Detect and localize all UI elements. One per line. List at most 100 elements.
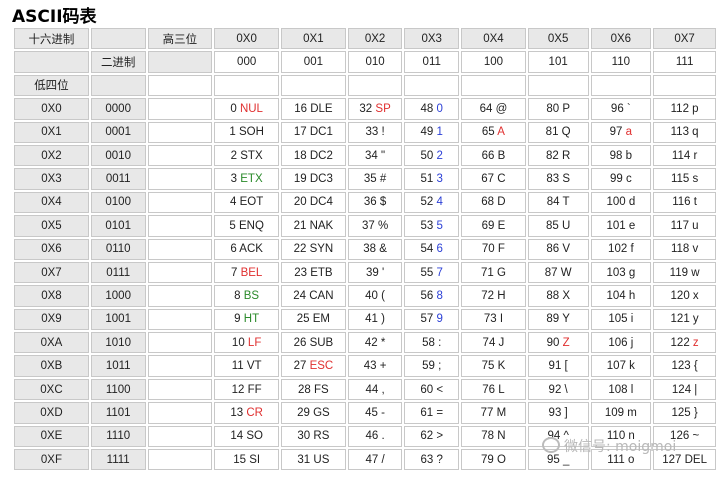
ascii-code: 29 <box>297 406 310 419</box>
ascii-cell: 28 FS <box>281 378 346 401</box>
ascii-cell: 118 v <box>653 238 716 260</box>
ascii-cell: 21 NAK <box>281 215 346 237</box>
ascii-code: 93 <box>548 406 562 419</box>
empty-cell <box>147 449 213 471</box>
table-row: 0X2 0010 2 STX 18 DC2 34 " 50 2 66 B 82 R 98 b 11… <box>14 144 716 167</box>
empty-cell <box>590 74 652 97</box>
ascii-char: m <box>627 406 637 419</box>
ascii-code: 32 <box>359 102 373 115</box>
ascii-cell: 30 RS <box>281 425 346 448</box>
ascii-code: 105 <box>608 313 628 326</box>
ascii-code: 92 <box>548 383 562 396</box>
page-title: ASCII码表 <box>12 7 97 27</box>
ascii-code: 80 <box>546 102 560 115</box>
ascii-cell: 56 8 <box>404 285 460 307</box>
ascii-cell: 119 w <box>653 261 716 284</box>
ascii-char: ~ <box>692 430 700 443</box>
empty-cell <box>147 425 213 448</box>
ascii-char: | <box>694 383 698 396</box>
row-hex-cell: 0X5 <box>14 215 89 237</box>
ascii-cell: 107 k <box>590 355 652 377</box>
ascii-cell: 60 < <box>404 378 460 401</box>
ascii-char: SO <box>246 430 263 443</box>
ascii-char: f <box>630 243 634 256</box>
ascii-code: 38 <box>363 243 377 256</box>
ascii-cell: 10 LF <box>214 332 280 354</box>
ascii-char: + <box>379 360 387 373</box>
ascii-cell: 37 % <box>347 215 403 237</box>
ascii-code: 9 <box>234 313 241 326</box>
ascii-char: DC4 <box>309 196 333 209</box>
ascii-char: US <box>313 453 330 466</box>
empty-cell <box>281 74 346 97</box>
ascii-cell: 71 G <box>461 261 526 284</box>
empty-cell <box>147 355 213 377</box>
row-hex-cell: 0X9 <box>14 308 89 331</box>
ascii-char: c <box>625 173 632 186</box>
ascii-code: 11 <box>231 360 244 373</box>
ascii-char: U <box>561 219 571 232</box>
ascii-code: 120 <box>670 289 690 302</box>
ascii-char: O <box>496 453 506 466</box>
ascii-cell: 113 q <box>653 121 716 143</box>
ascii-char: M <box>496 406 507 419</box>
ascii-char: # <box>379 173 387 186</box>
ascii-code: 118 <box>670 243 690 256</box>
ascii-cell: 40 ( <box>347 285 403 307</box>
ascii-char: ETX <box>240 173 263 186</box>
empty-cell <box>347 74 403 97</box>
table-row: 0X0 0000 0 NUL 16 DLE 32 SP 48 0 64 @80 P 96 ` 1… <box>14 98 716 120</box>
row-hex-cell: 0X0 <box>14 98 89 120</box>
ascii-cell: 14 SO <box>214 425 280 448</box>
row-hex-cell: 0XE <box>14 425 89 448</box>
row-bin-cell: 1011 <box>90 355 146 377</box>
ascii-char: LF <box>247 336 262 349</box>
ascii-cell: 4 EOT <box>214 191 280 214</box>
ascii-char: y <box>692 313 699 326</box>
ascii-code: 68 <box>481 196 495 209</box>
ascii-cell: 34 " <box>347 144 403 167</box>
ascii-code: 96 <box>610 102 624 115</box>
row-bin-cell: 1110 <box>90 425 146 448</box>
ascii-char: BS <box>243 289 260 302</box>
ascii-char: ` <box>626 102 631 115</box>
ascii-code: 65 <box>481 126 495 139</box>
ascii-code: 116 <box>672 196 691 209</box>
column-bin-cell: 001 <box>281 51 346 73</box>
ascii-cell: 86 V <box>527 238 589 260</box>
ascii-cell: 85 U <box>527 215 589 237</box>
ascii-char: CR <box>246 406 263 419</box>
high-bits-label-cell: 高三位 <box>147 28 213 50</box>
ascii-char: NUL <box>239 102 263 115</box>
ascii-code: 119 <box>669 266 689 279</box>
ascii-code: 67 <box>481 173 495 186</box>
ascii-cell: 18 DC2 <box>281 144 346 167</box>
empty-cell <box>653 74 716 97</box>
ascii-cell: 73 I <box>461 308 526 331</box>
ascii-code: 16 <box>294 102 307 115</box>
ascii-code: 104 <box>606 289 626 302</box>
empty-cell <box>147 168 213 190</box>
ascii-cell: 13 CR <box>214 402 280 424</box>
watermark: 微信号: moigmoi <box>542 436 676 456</box>
ascii-cell: 6 ACK <box>214 238 280 260</box>
ascii-code: 59 <box>422 360 435 373</box>
ascii-code: 91 <box>548 360 562 373</box>
ascii-cell: 63 ? <box>404 449 460 471</box>
empty-cell <box>147 378 213 401</box>
ascii-char: * <box>380 336 386 349</box>
table-row: 0X4 0100 4 EOT 20 DC4 36 $52 4 68 D 84 T 100 d1… <box>14 191 716 214</box>
ascii-char: / <box>381 453 385 466</box>
ascii-cell: 29 GS <box>281 402 346 424</box>
ascii-code: 1 <box>229 126 236 139</box>
table-row: 0X9 1001 9 HT 25 EM 41 ) 57 9 73 I 89 Y 105 i 121… <box>14 308 716 331</box>
row-hex-cell: 0X1 <box>14 121 89 143</box>
ascii-code: 101 <box>606 219 626 232</box>
row-bin-cell: 1111 <box>90 449 146 471</box>
ascii-cell: 88 X <box>527 285 589 307</box>
ascii-cell: 96 ` <box>590 98 652 120</box>
ascii-char: Z <box>562 336 570 349</box>
ascii-cell: 117 u <box>653 215 716 237</box>
ascii-cell: 45 - <box>347 402 403 424</box>
empty-cell <box>14 51 89 73</box>
